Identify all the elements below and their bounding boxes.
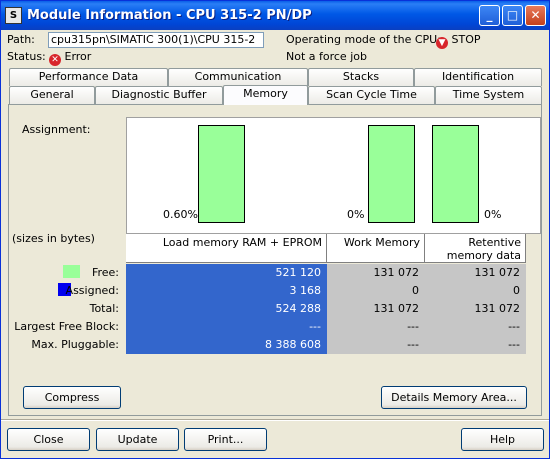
divider: [1, 419, 549, 421]
module-information-window: S Module Information - CPU 315-2 PN/DP _…: [0, 0, 550, 459]
operating-mode-label: Operating mode of the CPU:: [286, 33, 441, 46]
minimize-button[interactable]: _: [479, 5, 500, 26]
table-cell: ---: [407, 320, 419, 333]
tab-identification[interactable]: Identification: [414, 68, 542, 86]
retentive-memory-bar-label: 0%: [484, 208, 502, 221]
table-cell: 0: [412, 284, 419, 297]
table-cell: 131 072: [474, 302, 521, 315]
details-memory-area-button[interactable]: Details Memory Area...: [381, 386, 527, 409]
status-value: Error: [64, 50, 92, 63]
update-button[interactable]: Update: [96, 428, 179, 451]
row-label-max-pluggable: Max. Pluggable:: [31, 338, 119, 351]
operating-mode-status: ▼ STOP: [436, 33, 481, 49]
retentive-memory-bar: [432, 125, 479, 223]
table-cell: ---: [508, 338, 520, 351]
tab-time-system[interactable]: Time System: [435, 86, 542, 104]
tab-stacks[interactable]: Stacks: [308, 68, 414, 86]
table-cell: ---: [508, 320, 520, 333]
stop-icon: ▼: [436, 37, 448, 49]
tab-memory[interactable]: Memory: [223, 85, 308, 105]
table-cell: 521 120: [275, 266, 322, 279]
close-button[interactable]: Close: [7, 428, 90, 451]
window-title: Module Information - CPU 315-2 PN/DP: [27, 8, 312, 23]
memory-table: Load memory RAM + EPROM Work Memory Rete…: [126, 234, 541, 354]
column-header-work-memory[interactable]: Work Memory: [327, 234, 425, 263]
load-memory-bar: [198, 125, 245, 223]
column-header-load-memory[interactable]: Load memory RAM + EPROM: [126, 234, 327, 263]
table-cell: 131 072: [474, 266, 521, 279]
tab-diagnostic-buffer[interactable]: Diagnostic Buffer: [95, 86, 223, 104]
help-button[interactable]: Help: [461, 428, 544, 451]
table-cell: ---: [309, 320, 321, 333]
row-label-assigned: Assigned:: [65, 284, 119, 297]
tab-general[interactable]: General: [9, 86, 95, 104]
row-label-largest-free-block: Largest Free Block:: [14, 320, 119, 333]
table-cell: 131 072: [373, 302, 420, 315]
column-header-retentive-memory[interactable]: Retentive memory data: [425, 234, 526, 263]
row-label-free: Free:: [91, 266, 119, 279]
row-label-total: Total:: [89, 302, 119, 315]
memory-assignment-chart: 0.60% 0% 0%: [126, 117, 541, 234]
error-icon: ✕: [49, 54, 61, 66]
tab-scan-cycle-time[interactable]: Scan Cycle Time: [308, 86, 435, 104]
tab-performance-data[interactable]: Performance Data: [9, 68, 168, 86]
table-cell: 131 072: [373, 266, 420, 279]
table-cell: ---: [407, 338, 419, 351]
assignment-label: Assignment:: [22, 123, 91, 136]
table-cell: 8 388 608: [265, 338, 321, 351]
operating-mode-value: STOP: [451, 33, 481, 46]
status-indicator: ✕ Error: [49, 50, 91, 66]
compress-button[interactable]: Compress: [23, 386, 121, 409]
work-memory-bar: [368, 125, 415, 223]
load-memory-bar-label: 0.60%: [163, 208, 198, 221]
title-bar[interactable]: S Module Information - CPU 315-2 PN/DP _…: [1, 1, 549, 30]
maximize-button[interactable]: □: [502, 5, 523, 26]
status-label: Status:: [7, 50, 46, 63]
print-button[interactable]: Print...: [184, 428, 267, 451]
table-cell: 3 168: [289, 284, 322, 297]
app-icon[interactable]: S: [5, 7, 22, 24]
tab-communication[interactable]: Communication: [168, 68, 308, 86]
table-cell: 0: [513, 284, 520, 297]
sizes-label: (sizes in bytes): [12, 232, 95, 245]
path-label: Path:: [7, 33, 35, 46]
table-cell: 524 288: [275, 302, 322, 315]
close-window-button[interactable]: ✕: [525, 5, 546, 26]
force-job-status: Not a force job: [286, 50, 367, 63]
path-field[interactable]: cpu315pn\SIMATIC 300(1)\CPU 315-2 PN/: [48, 32, 264, 48]
work-memory-bar-label: 0%: [347, 208, 365, 221]
